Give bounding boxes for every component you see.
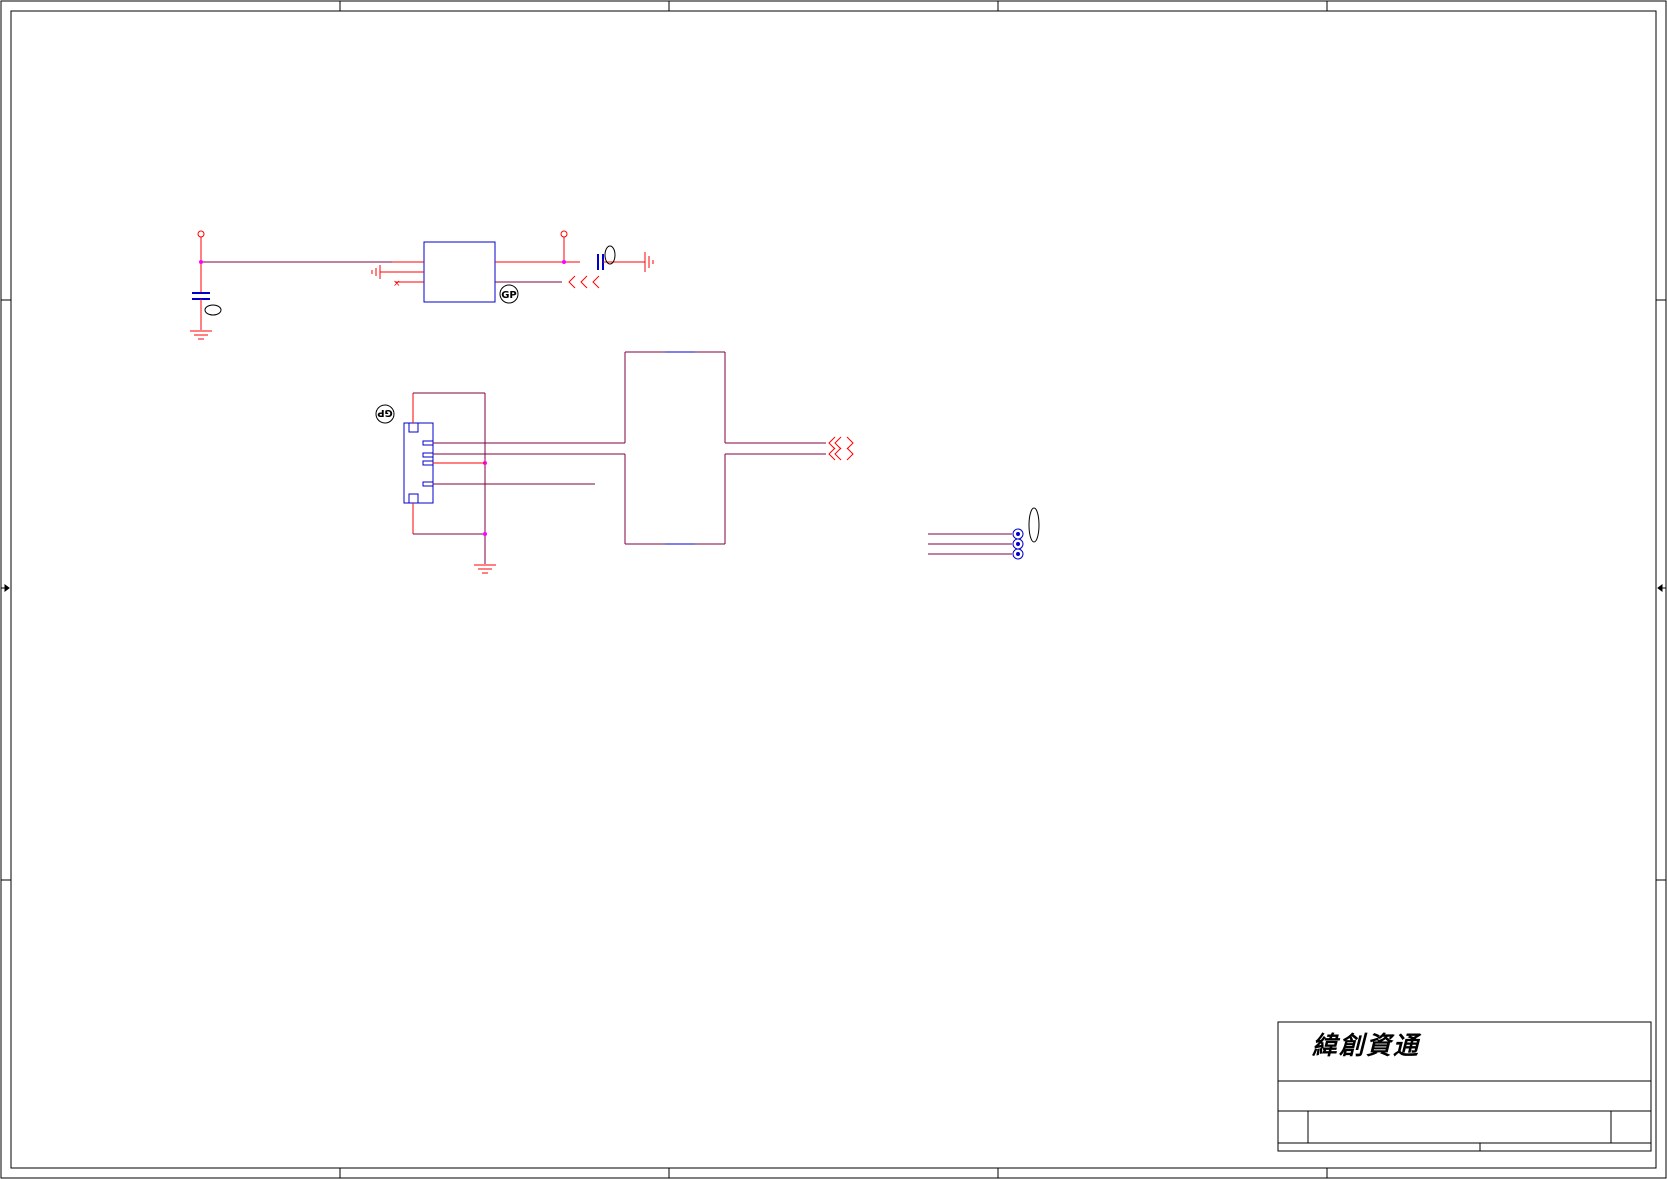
connector	[403, 422, 434, 504]
regulator-ic: ×	[380, 241, 580, 303]
gp-label: GP	[501, 290, 517, 301]
offpage-arrows-2	[828, 436, 854, 461]
signal-wires	[433, 442, 625, 485]
gp-marker-1: GP	[499, 284, 519, 304]
offpage-arrows-1	[568, 275, 600, 289]
ground-symbol-4	[474, 564, 496, 574]
company-name: 緯創資通	[1312, 1031, 1421, 1060]
power-rail-right	[560, 230, 568, 264]
gp-marker-2: GP	[375, 404, 395, 424]
output-wires	[725, 442, 826, 455]
ground-symbol-3	[644, 252, 654, 272]
test-point-marker	[1028, 507, 1040, 543]
sheet-border	[0, 0, 1667, 1179]
schematic-sheet: × GP GP	[0, 0, 1667, 1179]
output-capacitor	[597, 245, 645, 270]
input-capacitor	[192, 292, 222, 330]
power-rail-left	[197, 230, 424, 292]
connector-shield-wiring	[412, 392, 487, 564]
center-arrow-right	[1657, 584, 1666, 592]
test-point-wires	[928, 533, 1012, 555]
gp-label-rotated: GP	[377, 407, 393, 418]
circuit-block	[624, 351, 726, 545]
center-arrow-left	[1, 584, 10, 592]
ground-symbol-2	[371, 265, 381, 279]
svg-text:×: ×	[393, 279, 401, 289]
ground-symbol-1	[190, 330, 212, 340]
test-points	[1012, 528, 1024, 560]
